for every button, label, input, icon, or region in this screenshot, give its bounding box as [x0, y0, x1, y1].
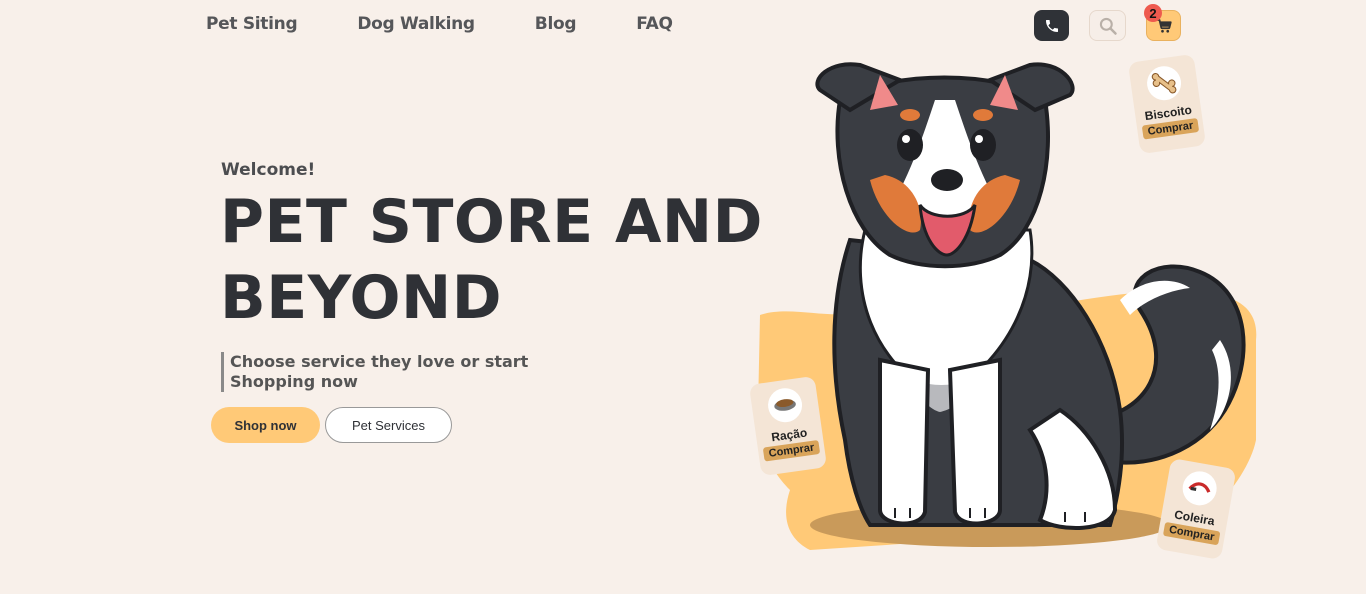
food-bowl-icon	[765, 386, 805, 425]
collar-icon	[1179, 468, 1220, 509]
hero-title: PET STORE AND BEYOND	[220, 187, 763, 333]
bone-icon	[1144, 64, 1184, 103]
page: Pet Siting Dog Walking Blog FAQ 2 Welcom…	[0, 0, 1366, 594]
shop-now-button[interactable]: Shop now	[211, 407, 320, 443]
phone-button[interactable]	[1034, 10, 1069, 41]
search-button[interactable]	[1089, 10, 1126, 41]
nav-item-pet-siting[interactable]: Pet Siting	[206, 14, 298, 34]
hero-tagline: Choose service they love or start Shoppi…	[221, 352, 541, 392]
nav-item-dog-walking[interactable]: Dog Walking	[357, 14, 475, 34]
main-nav: Pet Siting Dog Walking Blog FAQ	[206, 14, 673, 34]
hero-buttons: Shop now Pet Services	[211, 407, 452, 443]
welcome-text: Welcome!	[221, 160, 316, 180]
phone-icon	[1045, 19, 1058, 32]
search-icon	[1099, 17, 1117, 35]
pet-services-button[interactable]: Pet Services	[325, 407, 452, 443]
cart-count-badge: 2	[1144, 4, 1162, 22]
product-card-biscoito[interactable]: Biscoito Comprar	[1127, 53, 1207, 155]
nav-item-faq[interactable]: FAQ	[636, 14, 673, 34]
header-actions: 2	[1034, 4, 1181, 41]
product-card-racao[interactable]: Ração Comprar	[748, 375, 828, 477]
cart-button[interactable]: 2	[1144, 4, 1181, 41]
nav-item-blog[interactable]: Blog	[535, 14, 577, 34]
